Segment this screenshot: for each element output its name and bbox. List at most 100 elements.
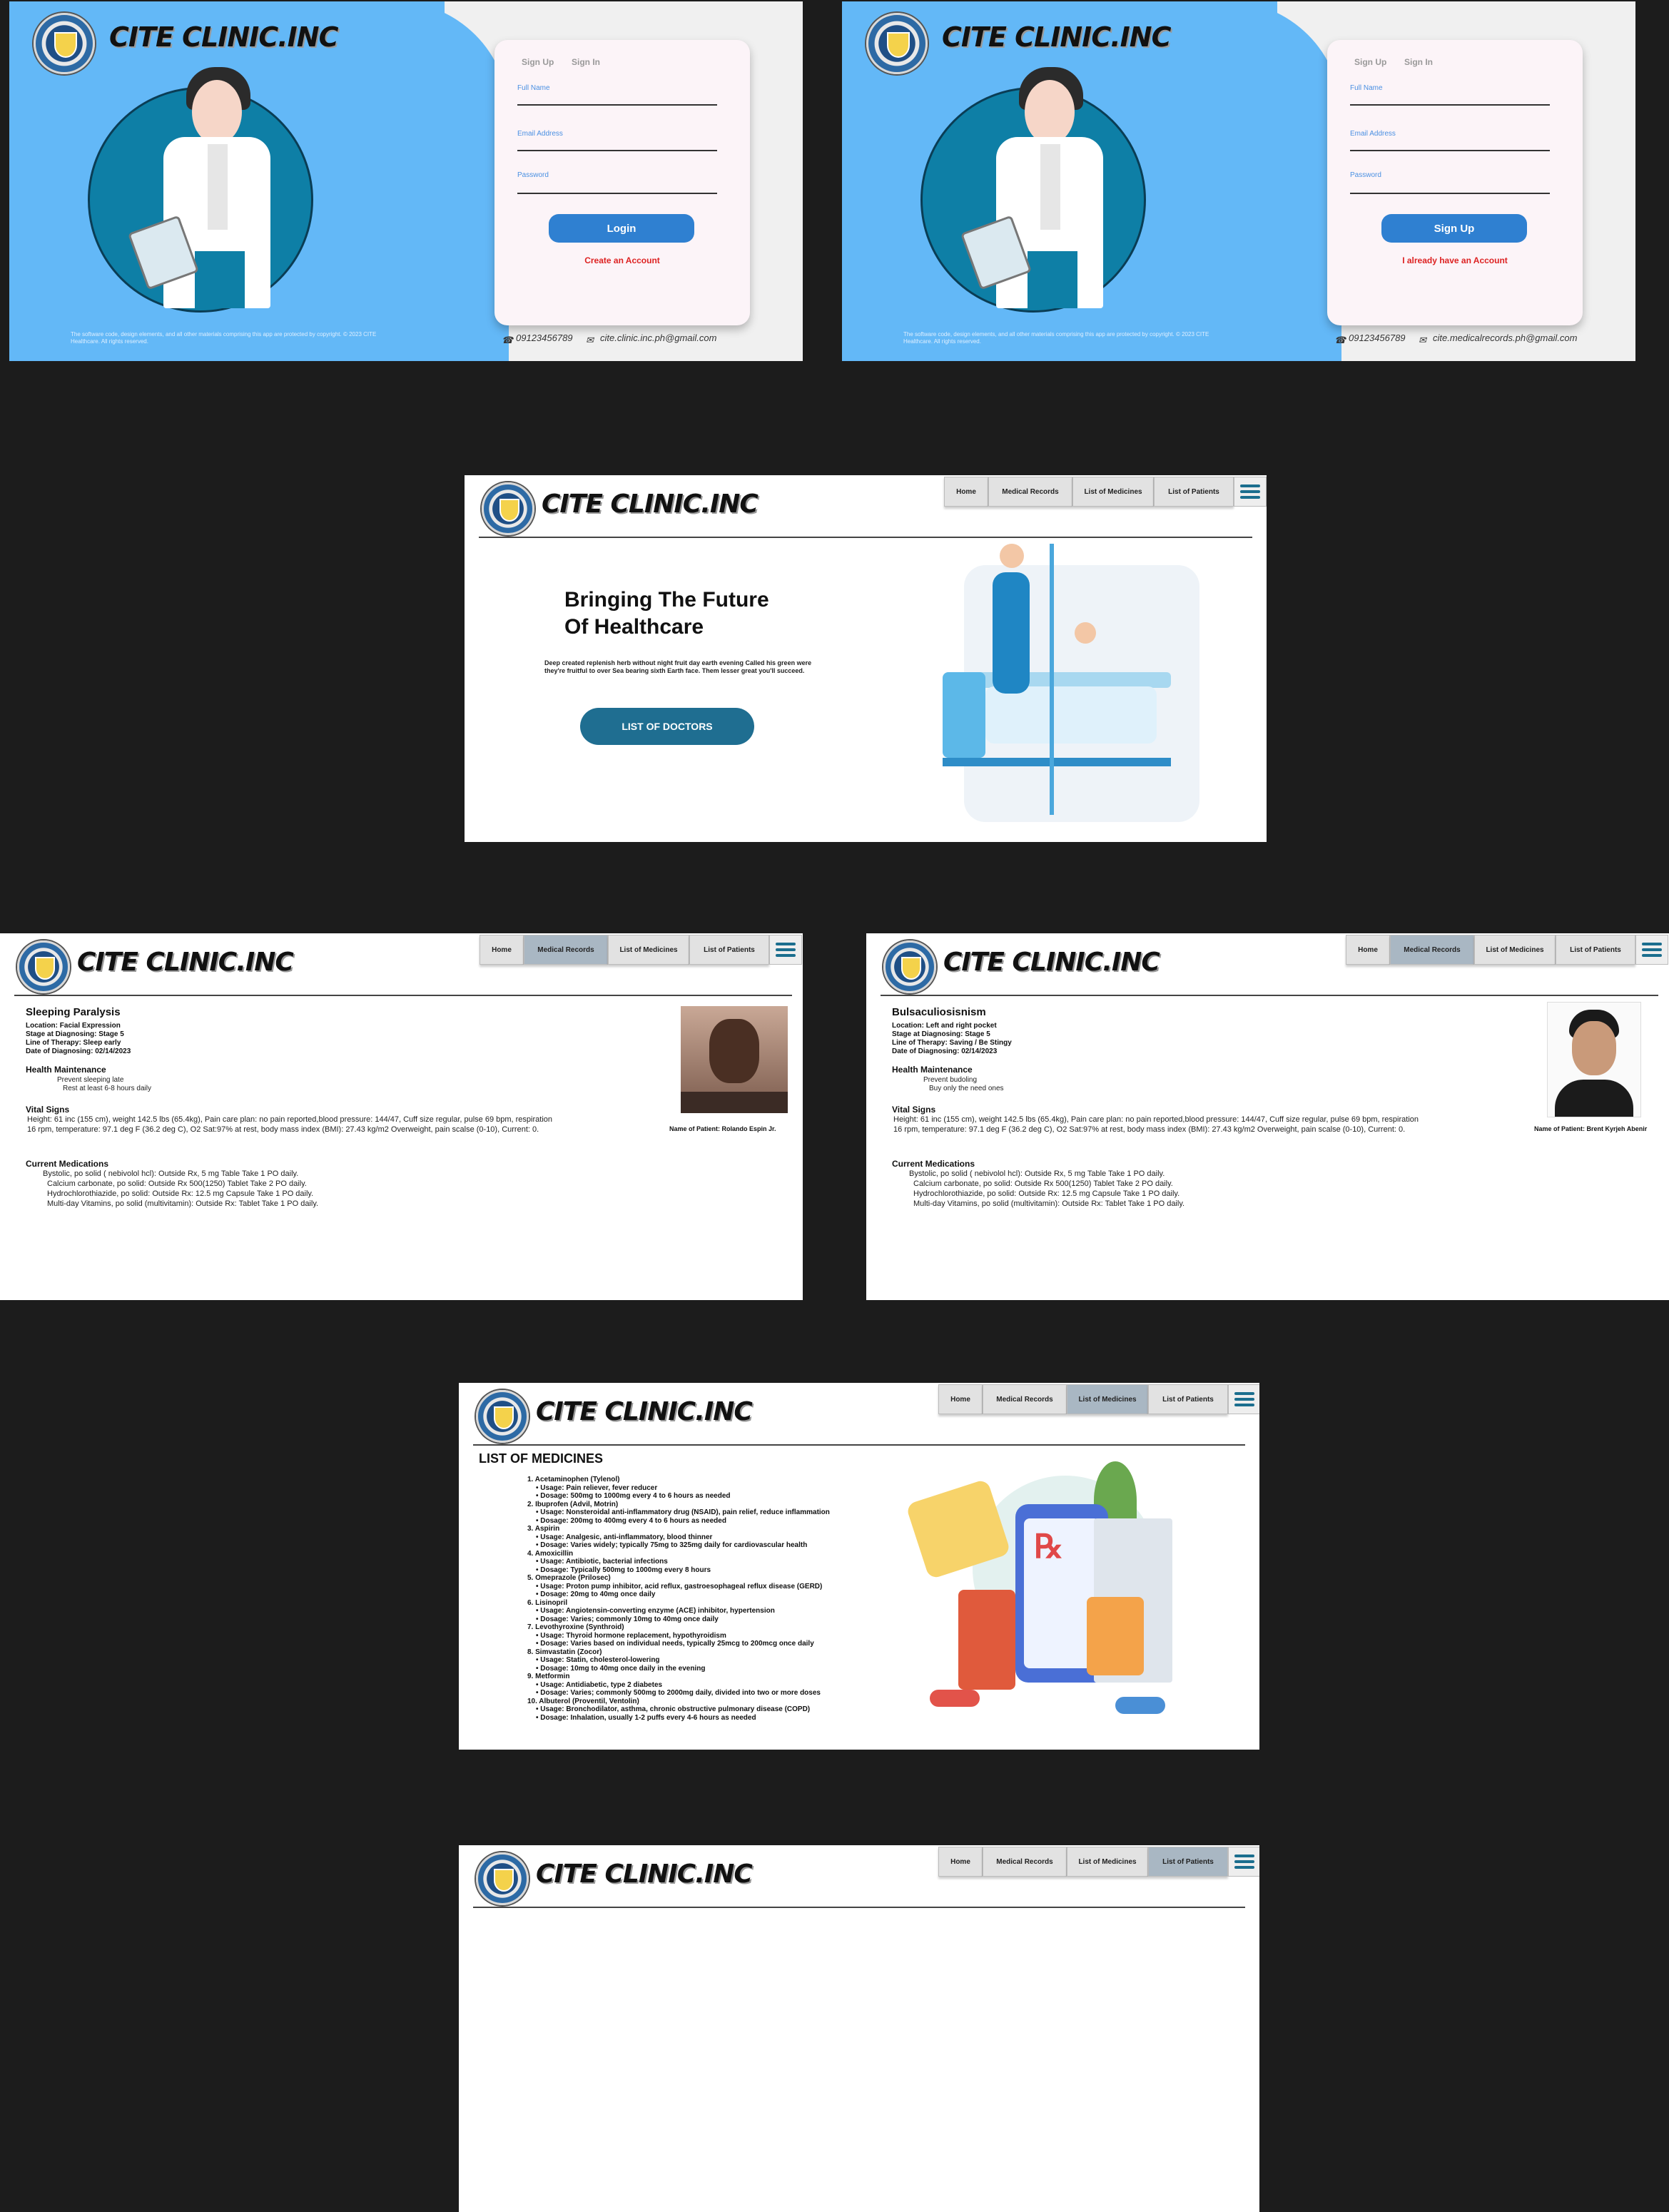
patient-name: Name of Patient: Rolando Espin Jr. bbox=[669, 1125, 776, 1132]
mail-icon: ✉ bbox=[1419, 334, 1426, 345]
hero-body: Deep created replenish herb without nigh… bbox=[544, 659, 812, 674]
nav-list-of-patients[interactable]: List of Patients bbox=[1148, 1847, 1228, 1877]
list-of-medicines-screen: CITE CLINIC.INC Home Medical Records Lis… bbox=[459, 1383, 1259, 1750]
medicine-line: • Dosage: Varies widely; typically 75mg … bbox=[536, 1541, 808, 1549]
vital-signs-heading: Vital Signs bbox=[892, 1105, 936, 1115]
email-field[interactable] bbox=[517, 150, 717, 151]
medicine-line: 7. Levothyroxine (Synthroid) bbox=[527, 1623, 624, 1631]
medicine-line: 1. Acetaminophen (Tylenol) bbox=[527, 1476, 620, 1483]
nav-home[interactable]: Home bbox=[1346, 935, 1390, 965]
tab-signup[interactable]: Sign Up bbox=[522, 57, 554, 67]
nav-list-of-medicines[interactable]: List of Medicines bbox=[1072, 477, 1154, 507]
nav-home[interactable]: Home bbox=[944, 477, 988, 507]
nav-list-of-patients[interactable]: List of Patients bbox=[1148, 1384, 1228, 1414]
health-maintenance-item: Prevent sleeping late bbox=[57, 1076, 124, 1084]
nav-medical-records[interactable]: Medical Records bbox=[1390, 935, 1474, 965]
brand-name: CITE CLINIC.INC bbox=[77, 948, 294, 977]
logo-icon bbox=[34, 13, 95, 74]
nav-list-of-medicines[interactable]: List of Medicines bbox=[608, 935, 689, 965]
nav-medical-records[interactable]: Medical Records bbox=[983, 1384, 1067, 1414]
home-screen: CITE CLINIC.INC Home Medical Records Lis… bbox=[465, 475, 1267, 842]
patient-photo bbox=[1547, 1002, 1641, 1117]
health-maintenance-item: Prevent budoling bbox=[923, 1076, 978, 1084]
email-field[interactable] bbox=[1350, 150, 1550, 151]
nav-home[interactable]: Home bbox=[480, 935, 524, 965]
list-of-doctors-button[interactable]: LIST OF DOCTORS bbox=[580, 708, 754, 745]
hospital-illustration bbox=[935, 537, 1214, 836]
signup-button[interactable]: Sign Up bbox=[1381, 214, 1527, 243]
health-maintenance-item: Buy only the need ones bbox=[929, 1085, 1004, 1092]
medicine-line: • Dosage: 500mg to 1000mg every 4 to 6 h… bbox=[536, 1492, 731, 1500]
current-medications-heading: Current Medications bbox=[26, 1159, 109, 1169]
full-name-field[interactable] bbox=[1350, 104, 1550, 106]
medication-item: Multi-day Vitamins, po solid (multivitam… bbox=[913, 1199, 1185, 1208]
nav-medical-records[interactable]: Medical Records bbox=[988, 477, 1072, 507]
medicine-list: 1. Acetaminophen (Tylenol) • Usage: Pain… bbox=[527, 1476, 927, 1722]
nav-list-of-patients[interactable]: List of Patients bbox=[1154, 477, 1234, 507]
brand-name: CITE CLINIC.INC bbox=[536, 1397, 753, 1426]
password-label: Password bbox=[1350, 171, 1381, 179]
health-maintenance-item: Rest at least 6-8 hours daily bbox=[63, 1085, 151, 1092]
medication-item: Calcium carbonate, po solid: Outside Rx … bbox=[913, 1179, 1173, 1188]
medication-item: Calcium carbonate, po solid: Outside Rx … bbox=[47, 1179, 307, 1188]
menu-icon[interactable] bbox=[1635, 935, 1668, 965]
nav-list-of-patients[interactable]: List of Patients bbox=[689, 935, 769, 965]
hero-headline-2: Of Healthcare bbox=[564, 615, 704, 639]
nav-list-of-patients[interactable]: List of Patients bbox=[1556, 935, 1635, 965]
nav-list-of-medicines[interactable]: List of Medicines bbox=[1067, 1847, 1148, 1877]
medicine-line: 5. Omeprazole (Prilosec) bbox=[527, 1574, 611, 1582]
password-field[interactable] bbox=[1350, 193, 1550, 194]
stage: Stage at Diagnosing: Stage 5 bbox=[892, 1030, 990, 1038]
vital-signs-line: Height: 61 inc (155 cm), weight 142.5 lb… bbox=[27, 1115, 553, 1124]
brand-name: CITE CLINIC.INC bbox=[942, 21, 1171, 53]
medication-item: Bystolic, po solid ( nebivolol hcl): Out… bbox=[43, 1170, 299, 1178]
location: Location: Facial Expression bbox=[26, 1022, 121, 1030]
menu-icon[interactable] bbox=[769, 935, 802, 965]
tab-signin[interactable]: Sign In bbox=[572, 57, 600, 67]
diagnosis-title: Sleeping Paralysis bbox=[26, 1006, 121, 1018]
header-divider bbox=[881, 995, 1658, 996]
medicine-line: 2. Ibuprofen (Advil, Motrin) bbox=[527, 1500, 619, 1508]
logo-icon bbox=[883, 940, 936, 993]
nav-list-of-medicines[interactable]: List of Medicines bbox=[1474, 935, 1556, 965]
menu-icon[interactable] bbox=[1228, 1847, 1259, 1877]
login-screen: CITE CLINIC.INC The software code, desig… bbox=[9, 1, 803, 361]
medicine-line: • Usage: Pain reliever, fever reducer bbox=[536, 1483, 658, 1492]
therapy: Line of Therapy: Sleep early bbox=[26, 1039, 121, 1047]
signup-screen: CITE CLINIC.INC The software code, desig… bbox=[842, 1, 1635, 361]
full-name-field[interactable] bbox=[517, 104, 717, 106]
logo-icon bbox=[476, 1390, 529, 1443]
nav-bar: Home Medical Records List of Medicines L… bbox=[944, 477, 1267, 507]
brand-name: CITE CLINIC.INC bbox=[542, 489, 759, 519]
location: Location: Left and right pocket bbox=[892, 1022, 997, 1030]
create-account-link[interactable]: Create an Account bbox=[523, 255, 721, 265]
tab-signin[interactable]: Sign In bbox=[1404, 57, 1433, 67]
phone-contact: ☎ 09123456789 bbox=[1334, 333, 1406, 345]
copyright-text: The software code, design elements, and … bbox=[903, 331, 1209, 345]
brand-name: CITE CLINIC.INC bbox=[536, 1860, 753, 1889]
patient-name: Name of Patient: Brent Kyrjeh Abenir bbox=[1534, 1125, 1648, 1132]
header-divider bbox=[473, 1907, 1245, 1908]
menu-icon[interactable] bbox=[1228, 1384, 1259, 1414]
vital-signs-heading: Vital Signs bbox=[26, 1105, 70, 1115]
medicine-line: • Usage: Analgesic, anti-inflammatory, b… bbox=[536, 1533, 713, 1541]
medicine-line: • Dosage: 200mg to 400mg every 4 to 6 ho… bbox=[536, 1516, 726, 1525]
medicine-line: • Dosage: Varies based on individual nee… bbox=[536, 1640, 814, 1648]
nav-list-of-medicines[interactable]: List of Medicines bbox=[1067, 1384, 1148, 1414]
vital-signs-line: 16 rpm, temperature: 97.1 deg F (36.2 de… bbox=[27, 1125, 539, 1134]
nav-home[interactable]: Home bbox=[938, 1384, 983, 1414]
have-account-link[interactable]: I already have an Account bbox=[1356, 255, 1554, 265]
logo-icon bbox=[866, 13, 928, 74]
login-button[interactable]: Login bbox=[549, 214, 694, 243]
therapy: Line of Therapy: Saving / Be Stingy bbox=[892, 1039, 1012, 1047]
full-name-label: Full Name bbox=[1350, 84, 1383, 92]
tab-signup[interactable]: Sign Up bbox=[1354, 57, 1386, 67]
nav-medical-records[interactable]: Medical Records bbox=[524, 935, 608, 965]
medicine-line: 4. Amoxicillin bbox=[527, 1549, 574, 1558]
password-field[interactable] bbox=[517, 193, 717, 194]
health-maintenance-heading: Health Maintenance bbox=[26, 1065, 106, 1075]
nav-medical-records[interactable]: Medical Records bbox=[983, 1847, 1067, 1877]
menu-icon[interactable] bbox=[1234, 477, 1267, 507]
nav-home[interactable]: Home bbox=[938, 1847, 983, 1877]
email-label: Email Address bbox=[517, 130, 563, 138]
